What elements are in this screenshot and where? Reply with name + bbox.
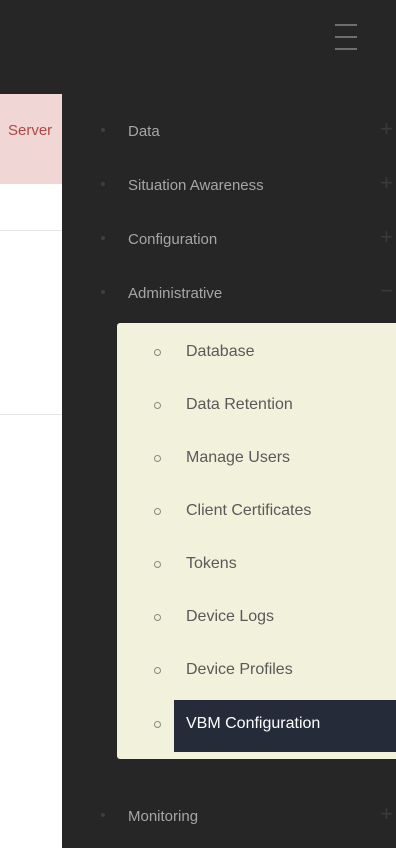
submenu-item-label: Device Logs	[186, 608, 275, 625]
submenu-item-tokens[interactable]: Tokens	[117, 540, 396, 592]
sidebar-item-monitoring[interactable]: Monitoring +	[62, 797, 396, 837]
alert-banner: Server	[0, 94, 62, 184]
circle-bullet-icon	[154, 614, 161, 621]
submenu-item-vbm-configuration[interactable]: VBM Configuration	[117, 700, 396, 752]
main-content: Server	[0, 94, 62, 848]
sidebar-item-label: Situation Awareness	[128, 177, 264, 194]
sidebar-item-situation-awareness[interactable]: Situation Awareness +	[62, 166, 396, 206]
collapse-icon[interactable]: −	[380, 280, 393, 302]
sidebar-item-data[interactable]: Data +	[62, 112, 396, 152]
circle-bullet-icon	[154, 721, 161, 728]
submenu-item-device-logs[interactable]: Device Logs	[117, 593, 396, 645]
submenu-item-label: Device Profiles	[186, 661, 293, 678]
sidebar-item-label: Administrative	[128, 285, 223, 302]
submenu-item-manage-users[interactable]: Manage Users	[117, 434, 396, 486]
hamburger-icon[interactable]	[335, 24, 357, 50]
submenu-item-label: Client Certificates	[186, 502, 312, 519]
bullet-icon	[101, 236, 105, 240]
divider	[0, 230, 62, 231]
submenu-item-label: Data Retention	[186, 396, 293, 413]
submenu-item-label: VBM Configuration	[186, 715, 321, 732]
expand-icon[interactable]: +	[380, 172, 393, 194]
submenu-item-label: Tokens	[186, 555, 237, 572]
circle-bullet-icon	[154, 402, 161, 409]
bullet-icon	[101, 813, 105, 817]
divider	[0, 414, 62, 415]
sidebar-item-label: Monitoring	[128, 808, 199, 825]
submenu-item-database[interactable]: Database	[117, 328, 396, 380]
submenu-item-client-certificates[interactable]: Client Certificates	[117, 487, 396, 539]
administrative-submenu: Database Data Retention Manage Users Cli…	[117, 323, 396, 759]
expand-icon[interactable]: +	[380, 803, 393, 825]
circle-bullet-icon	[154, 667, 161, 674]
expand-icon[interactable]: +	[380, 118, 393, 140]
circle-bullet-icon	[154, 561, 161, 568]
sidebar-item-configuration[interactable]: Configuration +	[62, 220, 396, 260]
alert-text: Server	[8, 122, 53, 139]
submenu-item-label: Database	[186, 343, 255, 360]
top-bar	[0, 0, 396, 86]
circle-bullet-icon	[154, 455, 161, 462]
bullet-icon	[101, 290, 105, 294]
sidebar-item-administrative[interactable]: Administrative −	[62, 274, 396, 314]
submenu-item-data-retention[interactable]: Data Retention	[117, 381, 396, 433]
submenu-item-device-profiles[interactable]: Device Profiles	[117, 646, 396, 698]
bullet-icon	[101, 128, 105, 132]
expand-icon[interactable]: +	[380, 226, 393, 248]
circle-bullet-icon	[154, 349, 161, 356]
circle-bullet-icon	[154, 508, 161, 515]
bullet-icon	[101, 182, 105, 186]
sidebar-item-label: Data	[128, 123, 160, 140]
sidebar-item-label: Configuration	[128, 231, 218, 248]
submenu-item-label: Manage Users	[186, 449, 291, 466]
